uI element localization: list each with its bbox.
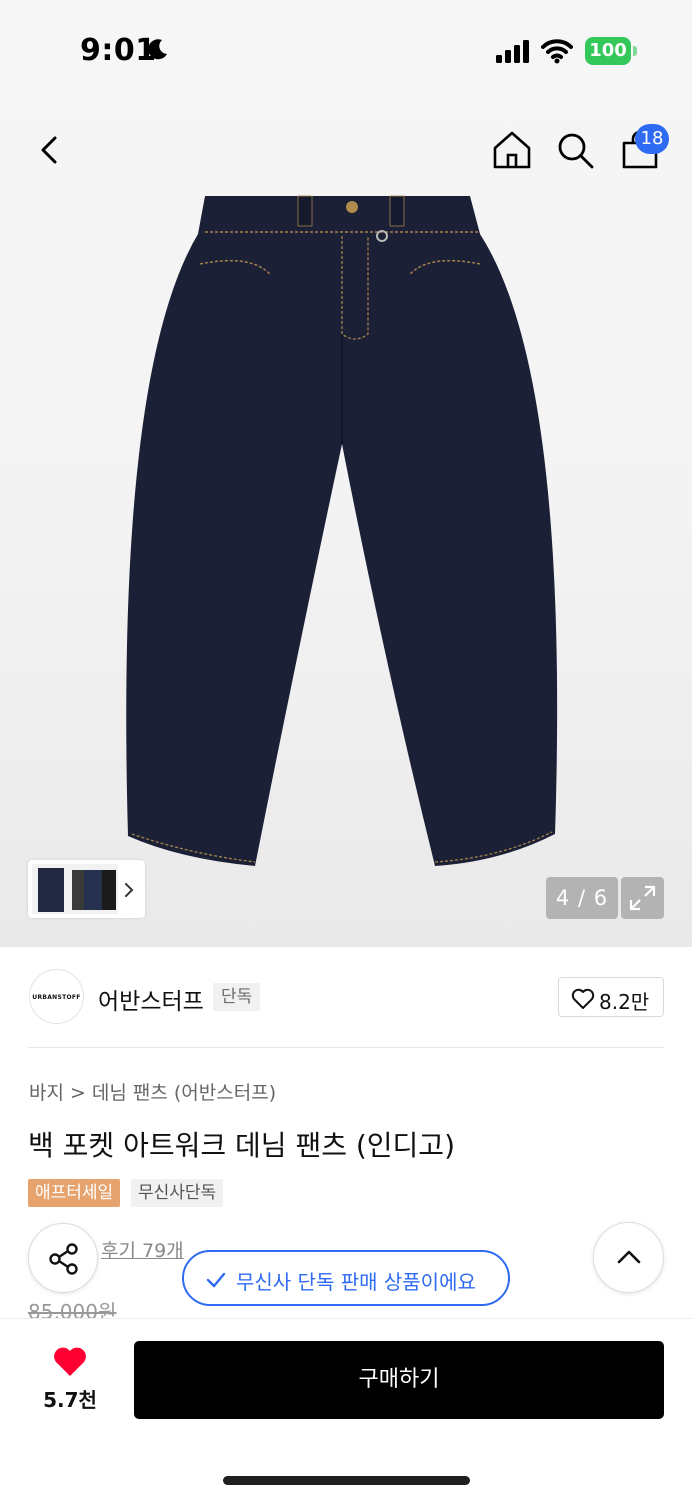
breadcrumb-subcategory[interactable]: 데님 팬츠 (어반스터프) (92, 1082, 276, 1104)
breadcrumb-separator: > (69, 1082, 86, 1104)
check-icon (206, 1272, 226, 1288)
cart-count-badge: 18 (635, 124, 669, 154)
home-indicator (223, 1476, 470, 1485)
wish-count: 5.7천 (43, 1388, 97, 1412)
divider (28, 1047, 664, 1048)
product-photo-denim-pants[interactable] (120, 194, 570, 884)
chevron-up-icon (617, 1250, 641, 1264)
share-button[interactable] (28, 1223, 98, 1293)
product-title: 백 포켓 아트워크 데님 팬츠 (인디고) (28, 1129, 455, 1162)
buy-button[interactable]: 구매하기 (134, 1341, 664, 1419)
share-icon (49, 1243, 78, 1275)
tag-after-sale: 애프터세일 (28, 1179, 121, 1207)
heart-filled-icon[interactable] (52, 1346, 88, 1378)
wifi-icon (541, 39, 573, 64)
brand-name[interactable]: 어반스터프 (98, 982, 204, 1016)
scroll-top-button[interactable] (593, 1222, 664, 1293)
reviews-link[interactable]: 후기 79개 (101, 1236, 184, 1263)
brand-like-button[interactable]: 8.2만 (558, 977, 664, 1017)
tag-musinsa-exclusive: 무신사단독 (131, 1179, 224, 1207)
chevron-right-icon[interactable] (121, 880, 137, 900)
toast-text: 무신사 단독 판매 상품이에요 (236, 1270, 476, 1294)
exclusive-toast: 무신사 단독 판매 상품이에요 (182, 1250, 510, 1306)
expand-icon (629, 885, 656, 911)
breadcrumb-category[interactable]: 바지 (29, 1082, 64, 1104)
exclusive-tag: 단독 (213, 983, 261, 1011)
brand-logo[interactable]: URBANSTOFF (29, 969, 84, 1024)
search-icon[interactable] (553, 128, 597, 172)
brand-like-count: 8.2만 (599, 990, 650, 1014)
home-icon[interactable] (490, 128, 534, 172)
cellular-signal-icon (496, 40, 529, 63)
battery-cap (633, 46, 637, 56)
heart-outline-icon (571, 988, 595, 1009)
image-counter: 4 / 6 (546, 877, 618, 919)
battery-indicator: 100 (585, 37, 631, 65)
moon-icon (148, 39, 167, 60)
thumbnail-images[interactable] (32, 864, 118, 914)
expand-button[interactable] (621, 877, 664, 919)
breadcrumb: 바지 > 데님 팬츠 (어반스터프) (29, 1078, 276, 1105)
status-bar: 9:01 100 (0, 0, 692, 100)
back-arrow-icon[interactable] (30, 130, 70, 170)
